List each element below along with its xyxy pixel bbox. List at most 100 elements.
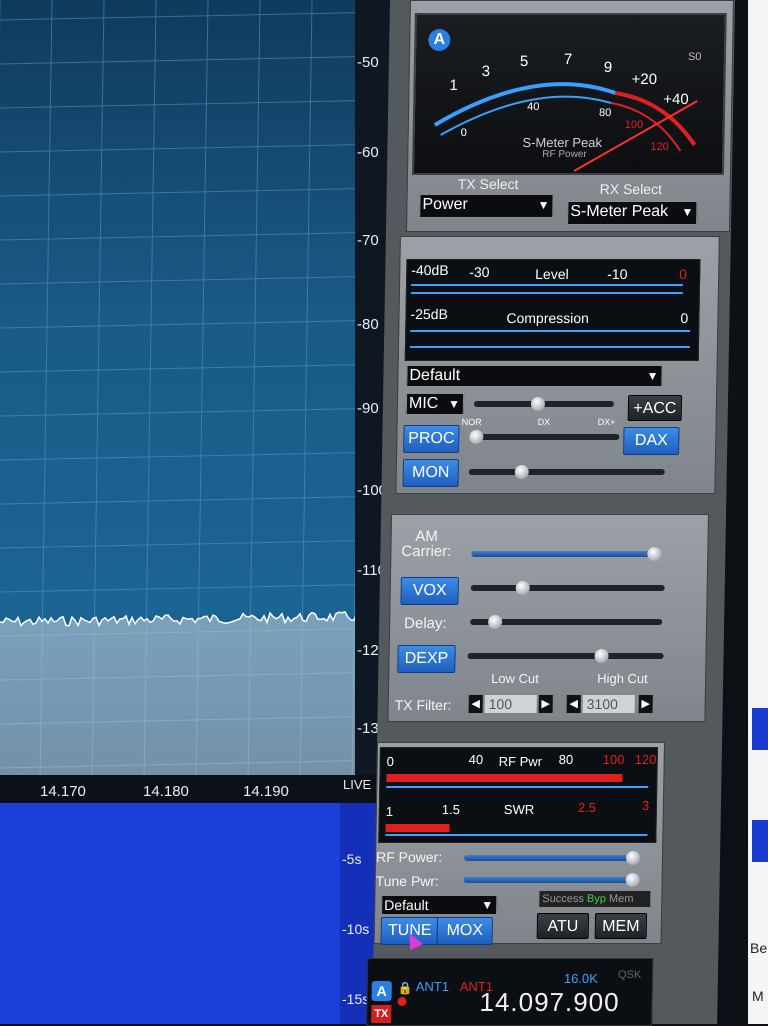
mox-button[interactable]: MOX — [436, 917, 493, 945]
mic-level-slider[interactable] — [473, 397, 615, 411]
slider-knob[interactable] — [515, 581, 530, 595]
power-meter: 0 40 RF Pwr 80 100 120 1 1.5 SWR 2.5 3 — [378, 747, 658, 843]
atu-status-mem: Mem — [608, 893, 634, 905]
am-carrier-slider[interactable] — [471, 547, 662, 561]
qsk-indicator[interactable]: QSK — [618, 969, 641, 981]
rx-select-value: S-Meter Peak — [570, 203, 669, 220]
meter-section: A 1 3 5 7 9 +20 +40 0 40 80 100 120 S0 S… — [405, 0, 734, 232]
acc-button[interactable]: +ACC — [627, 395, 683, 421]
background-window — [748, 0, 768, 1024]
waterfall-display[interactable] — [0, 803, 390, 1024]
rf-pwr-title: RF Pwr — [498, 754, 543, 769]
slider-knob[interactable] — [647, 547, 662, 561]
level-meter: -40dB -30 Level -10 0 -25dB Compression … — [404, 259, 701, 361]
s-scale-label: 1 — [449, 77, 458, 94]
atu-button[interactable]: ATU — [536, 913, 590, 939]
high-cut-field[interactable]: 3100 — [582, 695, 635, 713]
level-meter-bar — [410, 292, 683, 294]
db-label: -50 — [357, 54, 379, 71]
swr-scale-label: 1.5 — [441, 802, 461, 817]
tune-power-slider[interactable] — [463, 873, 640, 887]
tx-select-value: Power — [422, 196, 468, 213]
s-scale-label: +20 — [631, 71, 658, 88]
time-label: -10s — [342, 921, 370, 937]
freq-label: 14.170 — [40, 783, 86, 800]
dropdown-arrow-icon: ▼ — [537, 198, 550, 212]
tx-select-dropdown[interactable]: Power ▼ — [419, 194, 554, 218]
swr-title: SWR — [503, 802, 535, 817]
dropdown-arrow-icon: ▼ — [447, 397, 461, 411]
slider-knob[interactable] — [625, 851, 641, 865]
slice-frequency[interactable]: 14.097.900 — [479, 987, 620, 1018]
power-section: 0 40 RF Pwr 80 100 120 1 1.5 SWR 2.5 3 R… — [373, 742, 666, 945]
slice-info[interactable]: A TX 🔒 ANT1 ANT1 16.0K QSK 14.097.900 — [366, 958, 654, 1026]
slice-badge[interactable]: A — [371, 981, 392, 1001]
s-meter-corner: S0 — [687, 51, 702, 63]
record-icon[interactable] — [397, 997, 407, 1006]
rf-scale-label: 40 — [527, 101, 540, 113]
filter-width[interactable]: 16.0K — [564, 971, 598, 986]
tx-badge[interactable]: TX — [371, 1005, 392, 1023]
rf-scale-label: 0 — [460, 127, 467, 139]
power-profile-dropdown[interactable]: Default ▼ — [381, 895, 498, 915]
low-cut-increase-icon[interactable]: ▶ — [538, 695, 553, 713]
mon-button[interactable]: MON — [402, 459, 459, 487]
high-cut-label: High Cut — [597, 671, 648, 686]
low-cut-label: Low Cut — [491, 671, 539, 686]
rx-antenna[interactable]: ANT1 — [416, 979, 449, 994]
time-label: -5s — [342, 851, 362, 867]
freq-label: 14.180 — [143, 783, 189, 800]
level-scale-label: -40dB — [411, 262, 449, 278]
tune-power-label: Tune Pwr: — [375, 873, 440, 889]
rf-power-slider[interactable] — [463, 851, 641, 865]
proc-level-slider[interactable] — [469, 430, 620, 444]
rf-scale-label: 100 — [602, 752, 625, 767]
vox-level-slider[interactable] — [470, 581, 665, 595]
time-label: -15s — [342, 991, 370, 1007]
high-cut-increase-icon[interactable]: ▶ — [638, 695, 653, 713]
vox-button[interactable]: VOX — [400, 577, 459, 605]
vox-delay-slider[interactable] — [470, 615, 663, 629]
mic-source-dropdown[interactable]: MIC ▼ — [405, 393, 465, 415]
atu-status-success: Success — [542, 893, 584, 905]
frequency-axis[interactable]: 14.170 14.180 14.190 LIVE — [0, 775, 390, 803]
comp-scale-label: 0 — [680, 310, 689, 326]
mem-button[interactable]: MEM — [594, 913, 648, 939]
low-cut-field[interactable]: 100 — [484, 695, 537, 713]
dax-button[interactable]: DAX — [623, 427, 680, 455]
low-cut-decrease-icon[interactable]: ◀ — [468, 695, 483, 713]
monitor-level-slider[interactable] — [468, 465, 665, 479]
slider-knob[interactable] — [487, 615, 503, 629]
s-scale-label: +40 — [663, 91, 689, 108]
rf-scale-label: 0 — [386, 754, 395, 769]
meter-label-primary: S-Meter Peak — [522, 135, 603, 150]
background-text: Be — [750, 940, 768, 956]
power-profile-value: Default — [384, 897, 429, 913]
lock-icon[interactable]: 🔒 — [398, 981, 413, 995]
proc-dxplus-label: DX+ — [597, 417, 616, 427]
dexp-button[interactable]: DEXP — [397, 645, 456, 673]
dexp-level-slider[interactable] — [467, 649, 664, 663]
slider-knob[interactable] — [530, 397, 545, 411]
high-cut-decrease-icon[interactable]: ◀ — [566, 695, 581, 713]
level-meter-bar — [411, 284, 684, 286]
dropdown-arrow-icon: ▼ — [646, 369, 659, 383]
audio-profile-value: Default — [409, 367, 461, 384]
level-scale-label: -10 — [607, 266, 628, 282]
background-text: M — [752, 988, 764, 1004]
rf-scale-label: 80 — [598, 107, 612, 119]
slider-knob[interactable] — [625, 873, 640, 887]
live-label[interactable]: LIVE — [343, 777, 371, 792]
slider-knob[interactable] — [514, 465, 529, 479]
audio-profile-dropdown[interactable]: Default ▼ — [406, 365, 663, 387]
comp-scale-label: -25dB — [410, 306, 449, 322]
s-scale-label: 7 — [563, 51, 573, 68]
proc-nor-label: NOR — [461, 417, 482, 427]
slider-knob[interactable] — [469, 430, 484, 444]
swr-scale-label: 3 — [641, 798, 650, 813]
swr-scale-label: 1 — [385, 804, 394, 819]
proc-button[interactable]: PROC — [403, 425, 460, 453]
rx-select-dropdown[interactable]: S-Meter Peak ▼ — [567, 201, 698, 225]
spectrum-panadapter[interactable] — [0, 0, 390, 780]
slider-knob[interactable] — [594, 649, 610, 663]
